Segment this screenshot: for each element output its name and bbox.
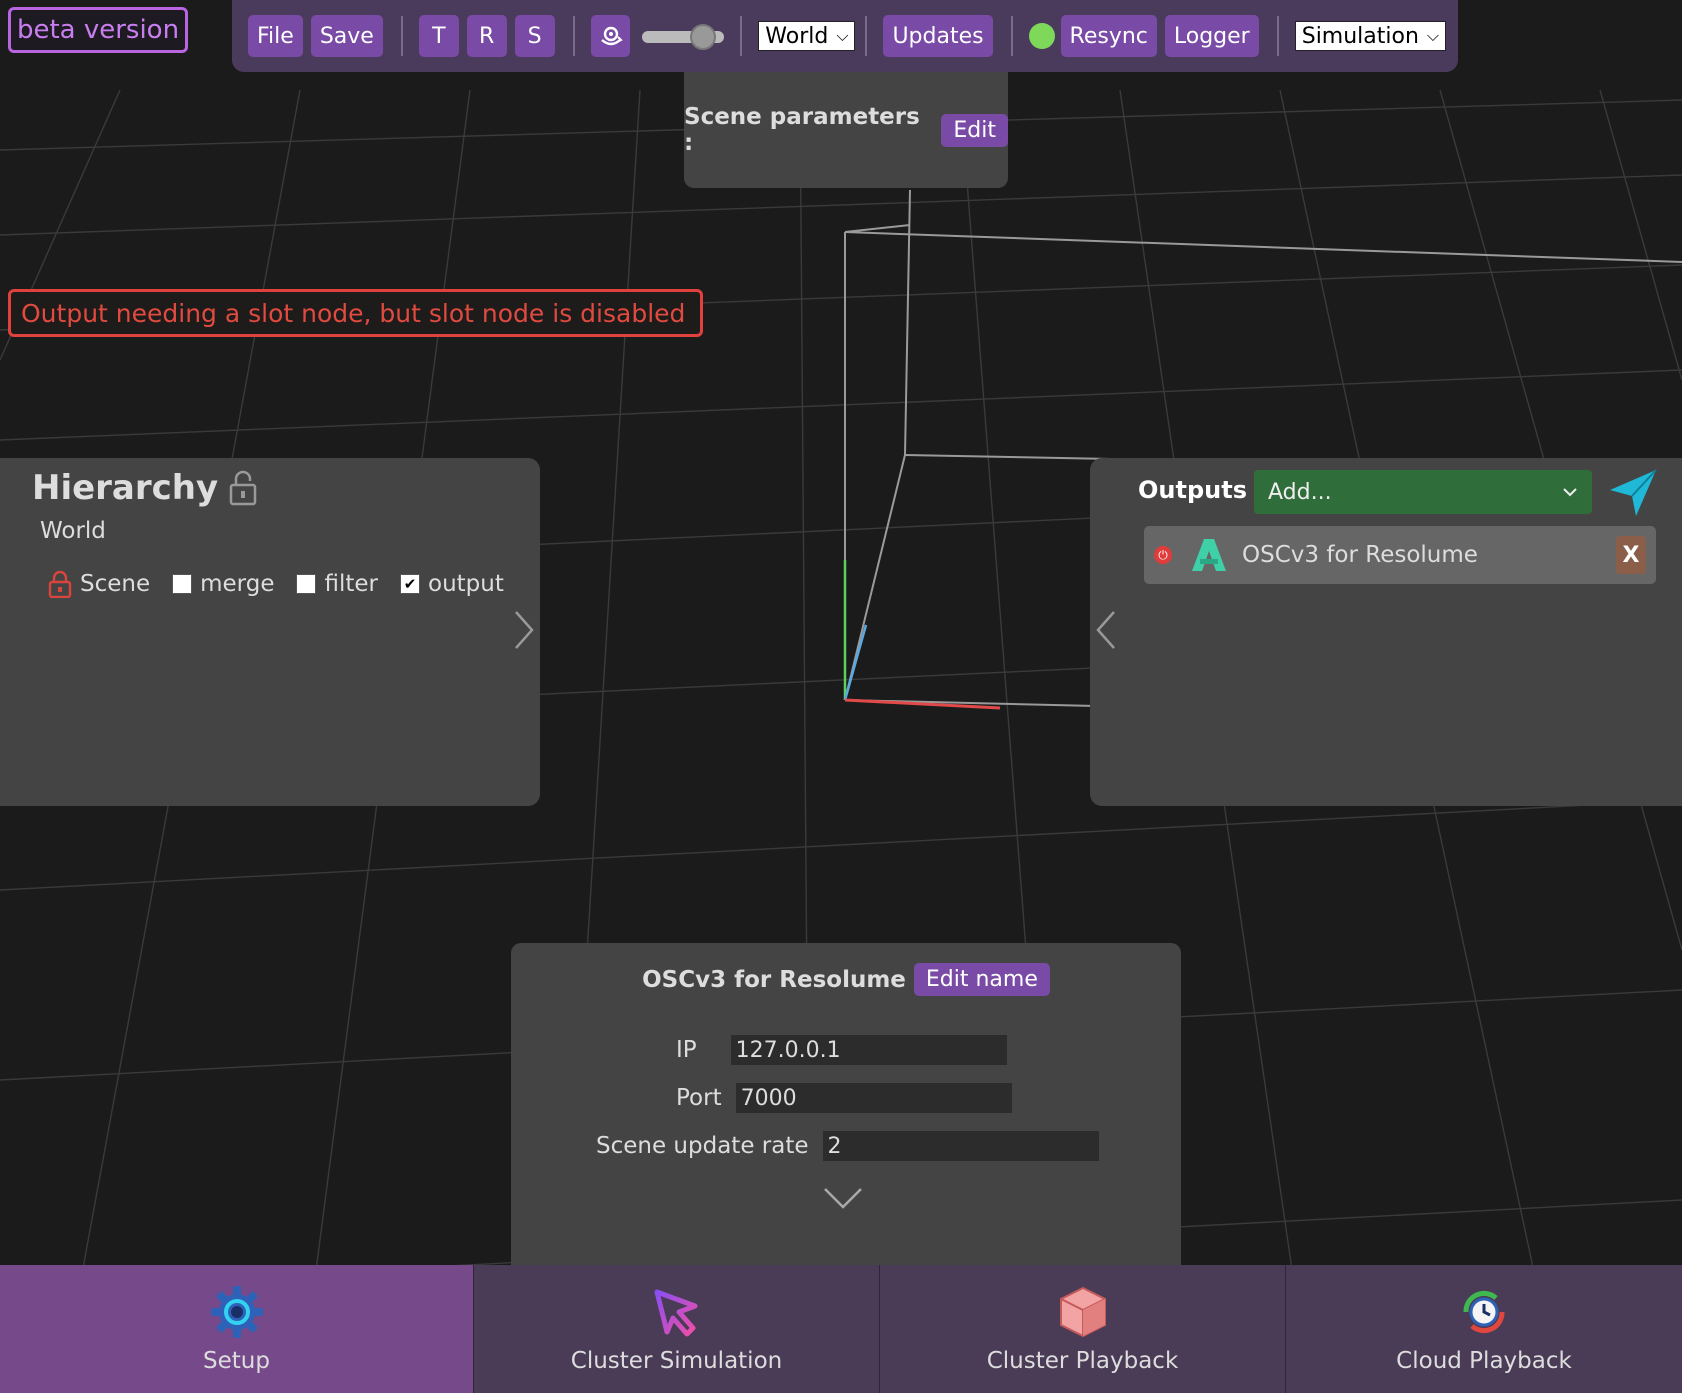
chevron-down-icon[interactable] (823, 1187, 863, 1211)
space-select[interactable]: World ⌵ (758, 21, 856, 51)
scene-parameters-panel: Scene parameters : Edit (684, 72, 1008, 188)
hierarchy-panel: Hierarchy World Scene merge filter ✔ out… (0, 458, 540, 806)
detail-title: OSCv3 for Resolume (642, 966, 906, 993)
merge-checkbox[interactable] (172, 574, 193, 594)
ip-label: IP (676, 1037, 697, 1063)
hierarchy-title-text: Hierarchy (32, 468, 219, 508)
hierarchy-world-node[interactable]: World (40, 518, 106, 544)
nav-setup-label: Setup (203, 1348, 270, 1374)
camera-rotate-icon (600, 26, 623, 46)
filter-checkbox[interactable] (296, 574, 317, 594)
beta-badge: beta version (8, 7, 188, 53)
outputs-panel: Outputs Add... ⏻ OSCv3 for Resolume X (1090, 458, 1682, 806)
chevron-left-icon[interactable] (1094, 608, 1118, 652)
remove-output-button[interactable]: X (1616, 536, 1646, 574)
power-icon[interactable]: ⏻ (1154, 546, 1172, 564)
nav-cloud-playback-label: Cloud Playback (1396, 1348, 1572, 1374)
cube-icon (1059, 1286, 1106, 1338)
translate-button[interactable]: T (418, 15, 459, 57)
send-icon[interactable] (1606, 466, 1660, 520)
output-item-name: OSCv3 for Resolume (1242, 542, 1478, 568)
toolbar-divider (740, 16, 743, 56)
ip-input[interactable] (730, 1035, 1007, 1065)
toolbar-divider (572, 16, 575, 56)
toolbar-divider (1010, 16, 1013, 56)
mode-select[interactable]: Simulation ⌵ (1294, 21, 1447, 51)
nav-cluster-playback[interactable]: Cluster Playback (879, 1265, 1285, 1393)
chevron-down-icon (1563, 488, 1577, 497)
chevron-right-icon[interactable] (512, 608, 536, 652)
connection-status-dot (1028, 23, 1055, 49)
hierarchy-title: Hierarchy (32, 468, 258, 508)
space-select-value: World (765, 23, 829, 49)
resolume-logo-icon (1192, 539, 1226, 571)
nav-cloud-playback[interactable]: Cloud Playback (1285, 1265, 1682, 1393)
output-checkbox[interactable]: ✔ (400, 574, 420, 594)
nav-cluster-simulation-label: Cluster Simulation (570, 1348, 783, 1374)
add-output-select[interactable]: Add... (1254, 470, 1592, 514)
updates-button[interactable]: Updates (883, 15, 993, 57)
port-label: Port (676, 1085, 722, 1111)
chevron-down-icon: ⌵ (1426, 26, 1440, 45)
rotate-button[interactable]: R (466, 15, 507, 57)
file-button[interactable]: File (248, 15, 303, 57)
scale-button[interactable]: S (514, 15, 555, 57)
rate-row: Scene update rate (596, 1131, 1099, 1161)
unlock-icon[interactable] (228, 470, 258, 506)
nav-cluster-playback-label: Cluster Playback (986, 1348, 1179, 1374)
hierarchy-scene-row: Scene merge filter ✔ output (48, 570, 504, 598)
port-input[interactable] (735, 1083, 1012, 1113)
rate-label: Scene update rate (596, 1133, 809, 1159)
bottom-navigation: Setup Cluster Simulation Cluster Playbac… (0, 1265, 1682, 1393)
nav-cluster-simulation[interactable]: Cluster Simulation (473, 1265, 879, 1393)
mode-select-value: Simulation (1301, 23, 1419, 49)
edit-name-button[interactable]: Edit name (913, 963, 1050, 996)
ip-row: IP (676, 1035, 1007, 1065)
output-label: output (428, 571, 504, 597)
save-button[interactable]: Save (310, 15, 383, 57)
lock-icon[interactable] (48, 570, 72, 598)
toolbar-divider (1276, 16, 1279, 56)
main-toolbar: File Save T R S World ⌵ Updates Resync L… (232, 0, 1458, 72)
merge-label: merge (200, 571, 275, 597)
toolbar-divider (865, 16, 868, 56)
resync-button[interactable]: Resync (1060, 15, 1157, 57)
clock-icon (1463, 1290, 1505, 1334)
toolbar-divider (400, 16, 403, 56)
scene-parameters-edit-button[interactable]: Edit (941, 113, 1008, 147)
outputs-title: Outputs (1138, 476, 1247, 504)
nav-setup[interactable]: Setup (0, 1265, 473, 1393)
scene-node-label[interactable]: Scene (80, 571, 150, 597)
cursor-icon (654, 1289, 697, 1337)
logger-button[interactable]: Logger (1164, 15, 1259, 57)
slider-thumb[interactable] (690, 24, 717, 50)
filter-label: filter (324, 571, 378, 597)
port-row: Port (676, 1083, 1012, 1113)
error-message: Output needing a slot node, but slot nod… (8, 289, 703, 337)
chevron-down-icon: ⌵ (836, 26, 849, 45)
gear-icon (210, 1286, 263, 1338)
output-detail-panel: OSCv3 for Resolume Edit name IP Port Sce… (511, 943, 1181, 1265)
scene-update-rate-input[interactable] (822, 1131, 1099, 1161)
add-output-placeholder: Add... (1268, 479, 1332, 505)
camera-speed-slider[interactable] (642, 24, 725, 50)
camera-rotate-button[interactable] (590, 15, 631, 57)
output-item[interactable]: ⏻ OSCv3 for Resolume X (1144, 526, 1656, 584)
detail-header: OSCv3 for Resolume Edit name (511, 963, 1181, 996)
scene-parameters-label: Scene parameters : (684, 104, 920, 156)
